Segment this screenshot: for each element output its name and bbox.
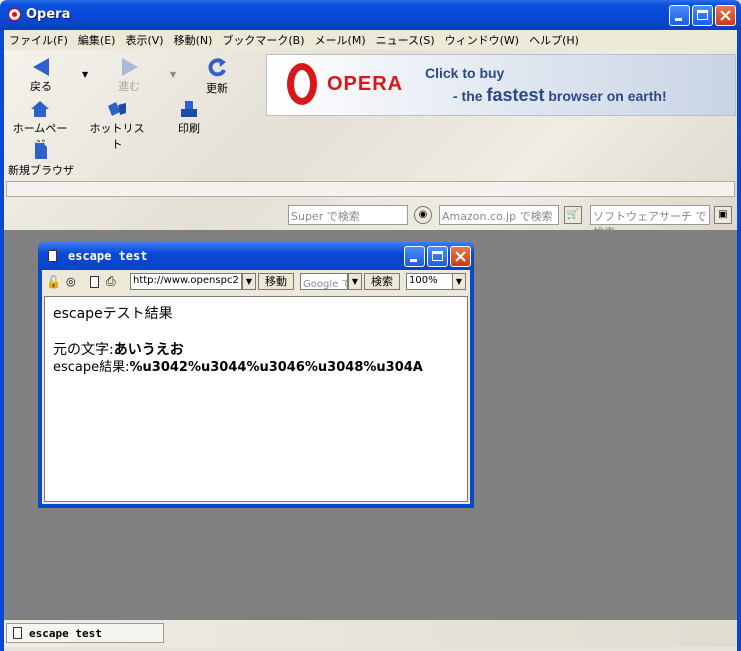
window-taskbar: escape test (4, 620, 737, 647)
print-small-icon[interactable]: ⎙ (106, 274, 116, 289)
minimize-button[interactable] (669, 5, 690, 26)
amazon-search-button[interactable]: 🛒 (564, 206, 582, 224)
child-close-button[interactable] (450, 246, 471, 267)
menu-edit[interactable]: 編集(E) (73, 30, 121, 48)
hotlist-icon (108, 102, 126, 116)
window-title: Opera (26, 7, 71, 22)
zoom-select[interactable]: 100% (406, 273, 454, 290)
child-maximize-button[interactable] (427, 246, 448, 267)
address-dropdown-icon[interactable]: ▼ (242, 273, 256, 290)
child-close-icon (455, 251, 466, 262)
opera-ad-banner[interactable]: OPERA Click to buy - the fastest browser… (266, 54, 736, 116)
forward-label: 進む (118, 80, 140, 93)
taskbar-item-label: escape test (29, 627, 102, 640)
print-label: 印刷 (178, 122, 200, 135)
original-value: あいうえお (113, 342, 184, 358)
original-text-line: 元の文字:あいうえお (53, 342, 184, 358)
child-toolbar: 🔓 ◎ ⎙ http://www.openspc2 ▼ 移動 Google で … (42, 270, 470, 294)
toolbar-area: 戻る ▼ 進む ▼ 更新 ホームページ ホットリスト 印刷 新規ブラウザ (4, 50, 737, 239)
close-button[interactable] (715, 5, 736, 26)
menu-file[interactable]: ファイル(F) (4, 30, 73, 48)
back-dropdown-icon[interactable]: ▼ (82, 70, 88, 79)
hotlist-button[interactable]: ホットリスト (88, 100, 146, 152)
result-heading: escapeテスト結果 (53, 306, 173, 322)
child-title-bar[interactable]: escape test (38, 242, 474, 270)
menu-help[interactable]: ヘルプ(H) (524, 30, 584, 48)
child-window-escape-test[interactable]: escape test 🔓 ◎ ⎙ http://www.openspc2 ▼ … (38, 242, 474, 508)
forward-dropdown-icon[interactable]: ▼ (170, 70, 176, 79)
hotlist-label: ホットリスト (89, 122, 145, 151)
page-content: escapeテスト結果 元の文字:あいうえお escape結果:%u3042%u… (44, 296, 468, 502)
close-icon (720, 10, 731, 21)
super-search-button[interactable]: ◉ (414, 206, 432, 224)
back-button[interactable]: 戻る (26, 58, 56, 94)
super-search-input[interactable]: Super で検索 (288, 205, 408, 225)
forward-arrow-icon (122, 58, 138, 76)
reload-button[interactable]: 更新 (202, 56, 232, 96)
cart-icon: 🛒 (566, 209, 580, 220)
new-browser-button[interactable]: 新規ブラウザ (8, 142, 74, 178)
software-search-input[interactable]: ソフトウェアサーチ で検索 (590, 205, 710, 239)
opera-logo-icon (8, 8, 21, 21)
new-browser-label: 新規ブラウザ (8, 164, 74, 177)
menu-view[interactable]: 表示(V) (120, 30, 168, 48)
menu-news[interactable]: ニュース(S) (371, 30, 440, 48)
banner-brand: OPERA (327, 73, 404, 95)
taskbar-page-icon (13, 627, 22, 639)
menu-navigate[interactable]: 移動(N) (169, 30, 218, 48)
search-engine-dropdown-icon[interactable]: ▼ (348, 273, 362, 290)
opera-o-logo-icon (287, 63, 317, 105)
opera-window: Opera ファイル(F) 編集(E) 表示(V) 移動(N) ブックマーク(B) メール… (0, 0, 741, 651)
child-address-field[interactable]: http://www.openspc2 (130, 273, 242, 290)
child-minimize-button[interactable] (404, 246, 425, 267)
reload-label: 更新 (206, 82, 228, 95)
child-window-title: escape test (68, 249, 148, 263)
zoom-dropdown-icon[interactable]: ▼ (452, 273, 466, 290)
back-label: 戻る (30, 80, 52, 93)
taskbar-item-escape-test[interactable]: escape test (6, 623, 164, 643)
reload-icon (208, 58, 226, 77)
back-arrow-icon (33, 58, 49, 76)
address-strip[interactable] (6, 181, 735, 197)
software-search-button[interactable]: ▣ (714, 206, 732, 224)
mdi-workspace: escape test 🔓 ◎ ⎙ http://www.openspc2 ▼ … (4, 230, 737, 620)
window-frame-right (737, 30, 741, 651)
software-search-icon: ▣ (718, 209, 728, 220)
print-button[interactable]: 印刷 (174, 100, 204, 136)
new-browser-icon (35, 143, 47, 159)
escape-result-value: %u3042%u3044%u3046%u3048%u304A (129, 360, 423, 375)
banner-line2: - the fastest browser on earth! (453, 85, 667, 105)
title-bar[interactable]: Opera (0, 0, 741, 30)
menu-bar: ファイル(F) 編集(E) 表示(V) 移動(N) ブックマーク(B) メール(M) ニュー… (4, 30, 737, 50)
banner-line1: Click to buy (425, 65, 505, 81)
maximize-button[interactable] (692, 5, 713, 26)
print-icon (181, 101, 197, 117)
page-info-icon[interactable] (90, 276, 99, 288)
security-lock-icon[interactable]: 🔓 (46, 275, 61, 289)
page-icon (48, 250, 57, 262)
home-icon (31, 101, 49, 117)
menu-bookmarks[interactable]: ブックマーク(B) (217, 30, 309, 48)
search-engine-field[interactable]: Google で (300, 273, 348, 290)
camera-icon[interactable]: ◎ (66, 275, 76, 288)
amazon-search-input[interactable]: Amazon.co.jp で検索 (439, 205, 559, 225)
go-button[interactable]: 移動 (258, 273, 294, 290)
search-bar: Super で検索 ◉ Amazon.co.jp で検索 🛒 ソフトウェアサーチ… (4, 202, 737, 239)
forward-button[interactable]: 進む (114, 58, 144, 94)
menu-window[interactable]: ウィンドウ(W) (440, 30, 524, 48)
child-search-button[interactable]: 検索 (364, 273, 400, 290)
search-globe-icon: ◉ (418, 209, 428, 220)
child-client-area: 🔓 ◎ ⎙ http://www.openspc2 ▼ 移動 Google で … (42, 270, 470, 504)
escape-result-line: escape結果:%u3042%u3044%u3046%u3048%u304A (53, 360, 423, 375)
menu-mail[interactable]: メール(M) (310, 30, 371, 48)
